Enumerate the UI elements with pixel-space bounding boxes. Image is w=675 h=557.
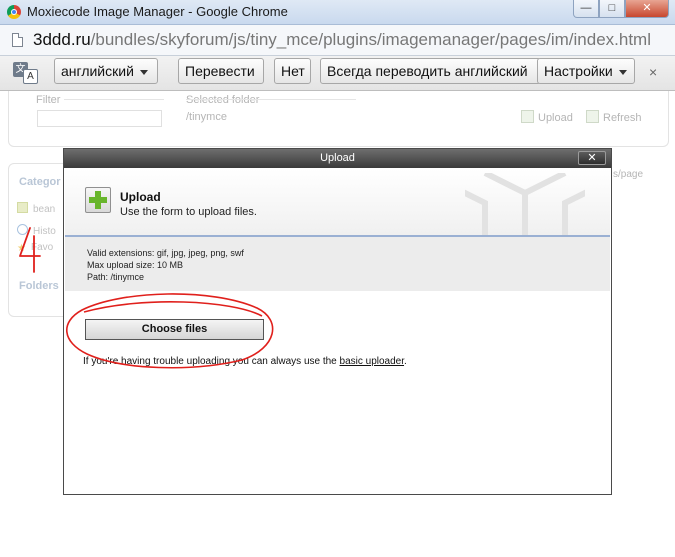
categories-title: Categor: [19, 176, 61, 188]
decorative-pattern-icon: [465, 173, 585, 235]
basic-uploader-link[interactable]: basic uploader: [340, 356, 405, 367]
no-button[interactable]: Нет: [274, 58, 311, 84]
valid-extensions: Valid extensions: gif, jpg, jpeg, png, s…: [87, 248, 244, 258]
max-upload-size: Max upload size: 10 MB: [87, 260, 184, 270]
chrome-logo-icon: [7, 5, 21, 19]
choose-files-button[interactable]: Choose files: [85, 319, 264, 340]
plus-icon: [85, 187, 111, 213]
address-bar[interactable]: 3ddd.ru/bundles/skyforum/js/tiny_mce/plu…: [0, 25, 675, 56]
window-controls: — □ ✕: [573, 0, 669, 19]
settings-button-label: Настройки: [544, 63, 613, 79]
url-host: 3ddd.ru: [33, 30, 91, 49]
annotation-digit-four: [19, 227, 41, 273]
chevron-down-icon: [618, 69, 627, 75]
dialog-titlebar: Upload ✕: [64, 149, 611, 168]
selected-folder-label: Selected folder: [186, 94, 260, 106]
page-icon: [12, 33, 23, 47]
url-path: /bundles/skyforum/js/tiny_mce/plugins/im…: [90, 30, 651, 49]
window-titlebar: Moxiecode Image Manager - Google Chrome …: [0, 0, 675, 25]
refresh-icon: [586, 110, 599, 123]
upload-info: Valid extensions: gif, jpg, jpeg, png, s…: [65, 237, 610, 291]
dialog-heading: Upload: [120, 190, 161, 204]
upload-tool[interactable]: Upload: [521, 110, 573, 124]
folders-title: Folders: [19, 280, 59, 292]
folder-icon: [17, 202, 28, 213]
per-page-label: s/page: [613, 169, 644, 180]
minimize-button[interactable]: —: [573, 0, 599, 18]
dialog-subheading: Use the form to upload files.: [120, 206, 257, 218]
selected-folder-value: /tinymce: [186, 111, 227, 123]
url-text[interactable]: 3ddd.ru/bundles/skyforum/js/tiny_mce/plu…: [33, 30, 651, 50]
language-select-label: английский: [61, 63, 134, 79]
category-item[interactable]: bean: [17, 202, 55, 215]
filter-label: Filter: [36, 94, 61, 106]
window-title: Moxiecode Image Manager - Google Chrome: [27, 4, 288, 19]
translate-bar: 文A английский Перевести Нет Всегда перев…: [0, 56, 675, 91]
upload-icon: [521, 110, 534, 123]
dialog-header: Upload Use the form to upload files.: [65, 169, 610, 237]
dialog-close-button[interactable]: ✕: [578, 151, 606, 165]
always-translate-button[interactable]: Всегда переводить английский: [320, 58, 541, 84]
close-window-button[interactable]: ✕: [625, 0, 669, 18]
translate-icon: 文A: [13, 62, 39, 84]
translate-button[interactable]: Перевести: [178, 58, 264, 84]
filter-input[interactable]: [37, 110, 162, 127]
dialog-title: Upload: [320, 152, 355, 164]
language-select[interactable]: английский: [54, 58, 158, 84]
upload-path: Path: /tinymce: [87, 272, 145, 282]
upload-dialog: Upload ✕ Upload Use the form to upload f…: [63, 148, 612, 495]
toolbar-panel: Filter Selected folder /tinymce Upload R…: [8, 91, 669, 147]
close-translate-icon[interactable]: ×: [649, 64, 657, 80]
chevron-down-icon: [139, 69, 148, 75]
refresh-tool[interactable]: Refresh: [586, 110, 642, 124]
maximize-button[interactable]: □: [599, 0, 625, 18]
settings-button[interactable]: Настройки: [537, 58, 635, 84]
trouble-text: If you're having trouble uploading you c…: [83, 356, 407, 367]
